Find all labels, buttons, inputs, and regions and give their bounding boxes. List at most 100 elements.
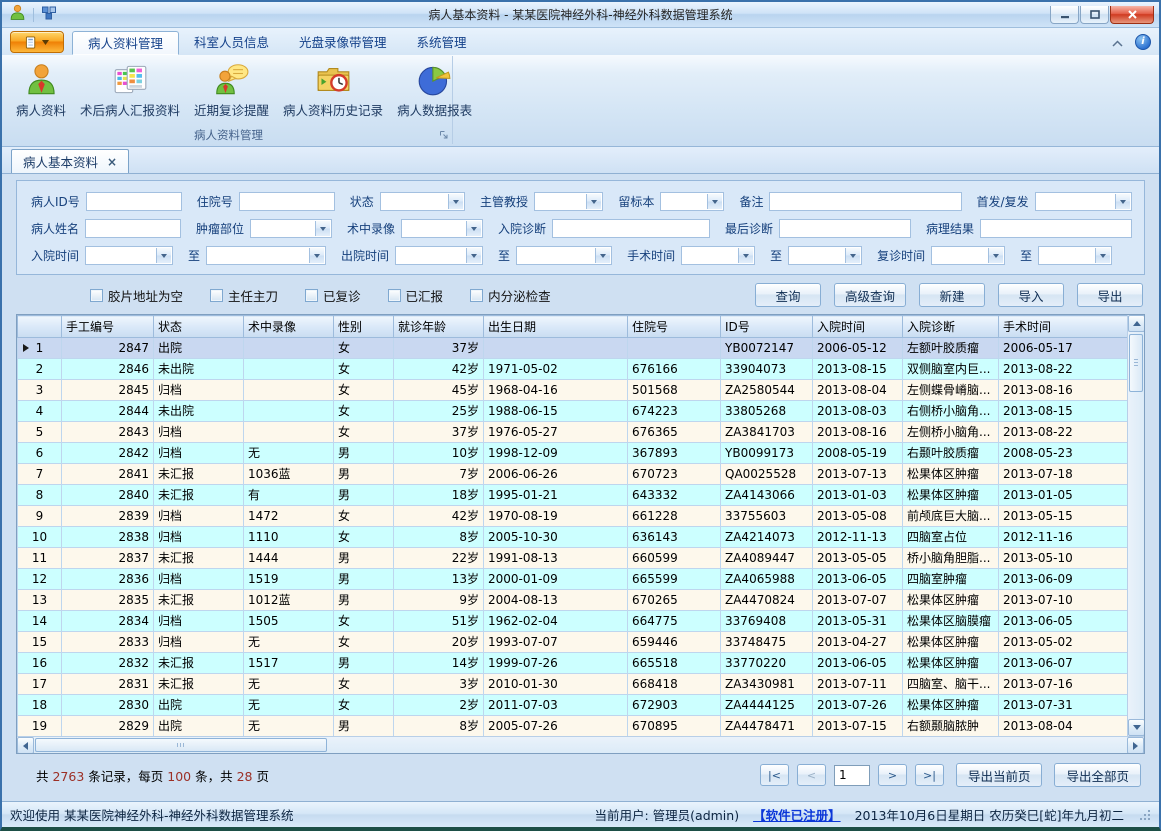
- checkbox-endocrine-exam[interactable]: 内分泌检查: [470, 286, 551, 305]
- table-row[interactable]: 132835未汇报1012蓝男9岁2004-08-13670265ZA44708…: [18, 590, 1128, 611]
- scroll-down-arrow[interactable]: [1128, 719, 1145, 736]
- chevron-down-icon[interactable]: [988, 248, 1003, 263]
- filter-input-admission-no[interactable]: [239, 192, 335, 211]
- filter-combo-admission-date-to[interactable]: [206, 246, 326, 265]
- close-button[interactable]: [1110, 6, 1154, 24]
- chevron-down-icon[interactable]: [738, 248, 753, 263]
- filter-input-pathology-result[interactable]: [980, 219, 1132, 238]
- filter-combo-surgery-date-to[interactable]: [788, 246, 862, 265]
- info-icon[interactable]: i: [1135, 34, 1151, 50]
- table-row[interactable]: 62842归档无男10岁1998-12-09367893YB0099173200…: [18, 443, 1128, 464]
- chevron-down-icon[interactable]: [466, 248, 481, 263]
- export-all-pages-button[interactable]: 导出全部页: [1054, 763, 1141, 787]
- column-header-就诊年龄[interactable]: 就诊年龄: [394, 316, 484, 338]
- filter-input-remarks[interactable]: [769, 192, 961, 211]
- filter-input-admission-diagnosis[interactable]: [552, 219, 710, 238]
- chevron-down-icon[interactable]: [1115, 194, 1130, 209]
- patient-report-button[interactable]: 病人数据报表: [390, 60, 479, 122]
- page-number-input[interactable]: [834, 765, 870, 786]
- column-header-ID号[interactable]: ID号: [721, 316, 813, 338]
- minimize-button[interactable]: [1050, 6, 1079, 24]
- table-row[interactable]: 142834归档1505女51岁1962-02-0466477533769408…: [18, 611, 1128, 632]
- column-header-住院号[interactable]: 住院号: [628, 316, 721, 338]
- column-header-手工编号[interactable]: 手工编号: [62, 316, 154, 338]
- checkbox-followed-up[interactable]: 已复诊: [305, 286, 361, 305]
- column-header-入院诊断[interactable]: 入院诊断: [903, 316, 999, 338]
- chevron-down-icon[interactable]: [448, 194, 463, 209]
- column-header-状态[interactable]: 状态: [154, 316, 244, 338]
- table-row[interactable]: 32845归档女45岁1968-04-16501568ZA25805442013…: [18, 380, 1128, 401]
- checkbox-reported[interactable]: 已汇报: [388, 286, 444, 305]
- table-row[interactable]: 12847出院女37岁YB00721472006-05-12左额叶胶质瘤2006…: [18, 338, 1128, 359]
- filter-combo-discharge-date-from[interactable]: [395, 246, 483, 265]
- vertical-scrollbar[interactable]: [1127, 315, 1144, 736]
- filter-combo-status[interactable]: [380, 192, 465, 211]
- dialog-launcher-icon[interactable]: [439, 129, 449, 143]
- filter-combo-surgery-date-from[interactable]: [681, 246, 755, 265]
- ribbon-tab-department-staff[interactable]: 科室人员信息: [179, 31, 284, 55]
- resize-grip[interactable]: [1138, 808, 1151, 821]
- vertical-scrollbar-thumb[interactable]: [1129, 334, 1143, 392]
- advanced-query-button[interactable]: 高级查询: [834, 283, 906, 307]
- table-row[interactable]: 102838归档1110女8岁2005-10-30636143ZA4214073…: [18, 527, 1128, 548]
- followup-reminder-button[interactable]: 近期复诊提醒: [187, 60, 276, 122]
- filter-combo-specimen-kept[interactable]: [660, 192, 724, 211]
- ribbon-tab-disc-tape-management[interactable]: 光盘录像带管理: [284, 31, 402, 55]
- column-header-术中录像[interactable]: 术中录像: [244, 316, 334, 338]
- table-row[interactable]: 162832未汇报1517男14岁1999-07-266655183377022…: [18, 653, 1128, 674]
- filter-combo-discharge-date-to[interactable]: [516, 246, 612, 265]
- user-icon[interactable]: [9, 4, 26, 25]
- scroll-up-arrow[interactable]: [1128, 315, 1145, 332]
- chevron-down-icon[interactable]: [156, 248, 171, 263]
- import-button[interactable]: 导入: [998, 283, 1064, 307]
- column-header-手术时间[interactable]: 手术时间: [999, 316, 1128, 338]
- new-button[interactable]: 新建: [919, 283, 985, 307]
- patient-history-button[interactable]: 病人资料历史记录: [276, 60, 390, 122]
- table-row[interactable]: 112837未汇报1444男22岁1991-08-13660599ZA40894…: [18, 548, 1128, 569]
- filter-combo-chief-professor[interactable]: [534, 192, 603, 211]
- chevron-down-icon[interactable]: [1095, 248, 1110, 263]
- table-row[interactable]: 92839归档1472女42岁1970-08-19661228337556032…: [18, 506, 1128, 527]
- collapse-ribbon-icon[interactable]: [1112, 32, 1123, 51]
- doc-tab-patient-basic-data[interactable]: 病人基本资料 ×: [11, 149, 129, 173]
- column-header-出生日期[interactable]: 出生日期: [484, 316, 628, 338]
- table-row[interactable]: 52843归档女37岁1976-05-27676365ZA38417032013…: [18, 422, 1128, 443]
- filter-input-patient-name[interactable]: [85, 219, 181, 238]
- filter-combo-followup-date-to[interactable]: [1038, 246, 1112, 265]
- column-header-性别[interactable]: 性别: [334, 316, 394, 338]
- postop-report-button[interactable]: 术后病人汇报资料: [73, 60, 187, 122]
- table-row[interactable]: 82840未汇报有男18岁1995-01-21643332ZA414306620…: [18, 485, 1128, 506]
- filter-combo-followup-date-from[interactable]: [931, 246, 1005, 265]
- tab-close-icon[interactable]: ×: [107, 156, 117, 168]
- chevron-down-icon[interactable]: [315, 221, 330, 236]
- export-button[interactable]: 导出: [1077, 283, 1143, 307]
- filter-combo-tumor-site[interactable]: [250, 219, 332, 238]
- table-row[interactable]: 182830出院无女2岁2011-07-03672903ZA4444125201…: [18, 695, 1128, 716]
- filter-input-final-diagnosis[interactable]: [779, 219, 911, 238]
- scroll-left-arrow[interactable]: [17, 737, 34, 754]
- checkbox-film-address-empty[interactable]: 胶片地址为空: [90, 286, 183, 305]
- table-row[interactable]: 42844未出院女25岁1988-06-15674223338052682013…: [18, 401, 1128, 422]
- column-header-入院时间[interactable]: 入院时间: [813, 316, 903, 338]
- export-current-page-button[interactable]: 导出当前页: [956, 763, 1043, 787]
- filter-input-patient-id[interactable]: [86, 192, 182, 211]
- chevron-down-icon[interactable]: [595, 248, 610, 263]
- next-page-button[interactable]: >: [878, 764, 907, 786]
- filter-combo-admission-date-from[interactable]: [85, 246, 173, 265]
- query-button[interactable]: 查询: [755, 283, 821, 307]
- table-row[interactable]: 22846未出院女42岁1971-05-02676166339040732013…: [18, 359, 1128, 380]
- table-row[interactable]: 192829出院无男8岁2005-07-26670895ZA4478471201…: [18, 716, 1128, 737]
- column-header-selector[interactable]: [18, 316, 62, 338]
- table-row[interactable]: 152833归档无女20岁1993-07-0765944633748475201…: [18, 632, 1128, 653]
- table-row[interactable]: 122836归档1519男13岁2000-01-09665599ZA406598…: [18, 569, 1128, 590]
- table-row[interactable]: 172831未汇报无女3岁2010-01-30668418ZA343098120…: [18, 674, 1128, 695]
- filter-combo-intraop-video[interactable]: [401, 219, 483, 238]
- modules-icon[interactable]: [41, 5, 57, 25]
- chevron-down-icon[interactable]: [707, 194, 722, 209]
- chevron-down-icon[interactable]: [586, 194, 601, 209]
- prev-page-button[interactable]: <: [797, 764, 826, 786]
- app-menu-button[interactable]: [10, 31, 64, 53]
- horizontal-scrollbar[interactable]: [17, 736, 1144, 753]
- filter-combo-first-or-relapse[interactable]: [1035, 192, 1132, 211]
- chevron-down-icon[interactable]: [845, 248, 860, 263]
